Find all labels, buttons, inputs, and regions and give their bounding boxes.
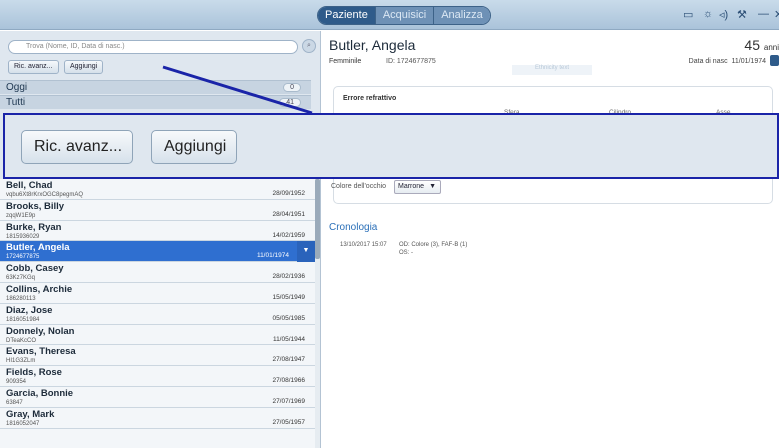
callout-pointer-line xyxy=(162,65,313,115)
